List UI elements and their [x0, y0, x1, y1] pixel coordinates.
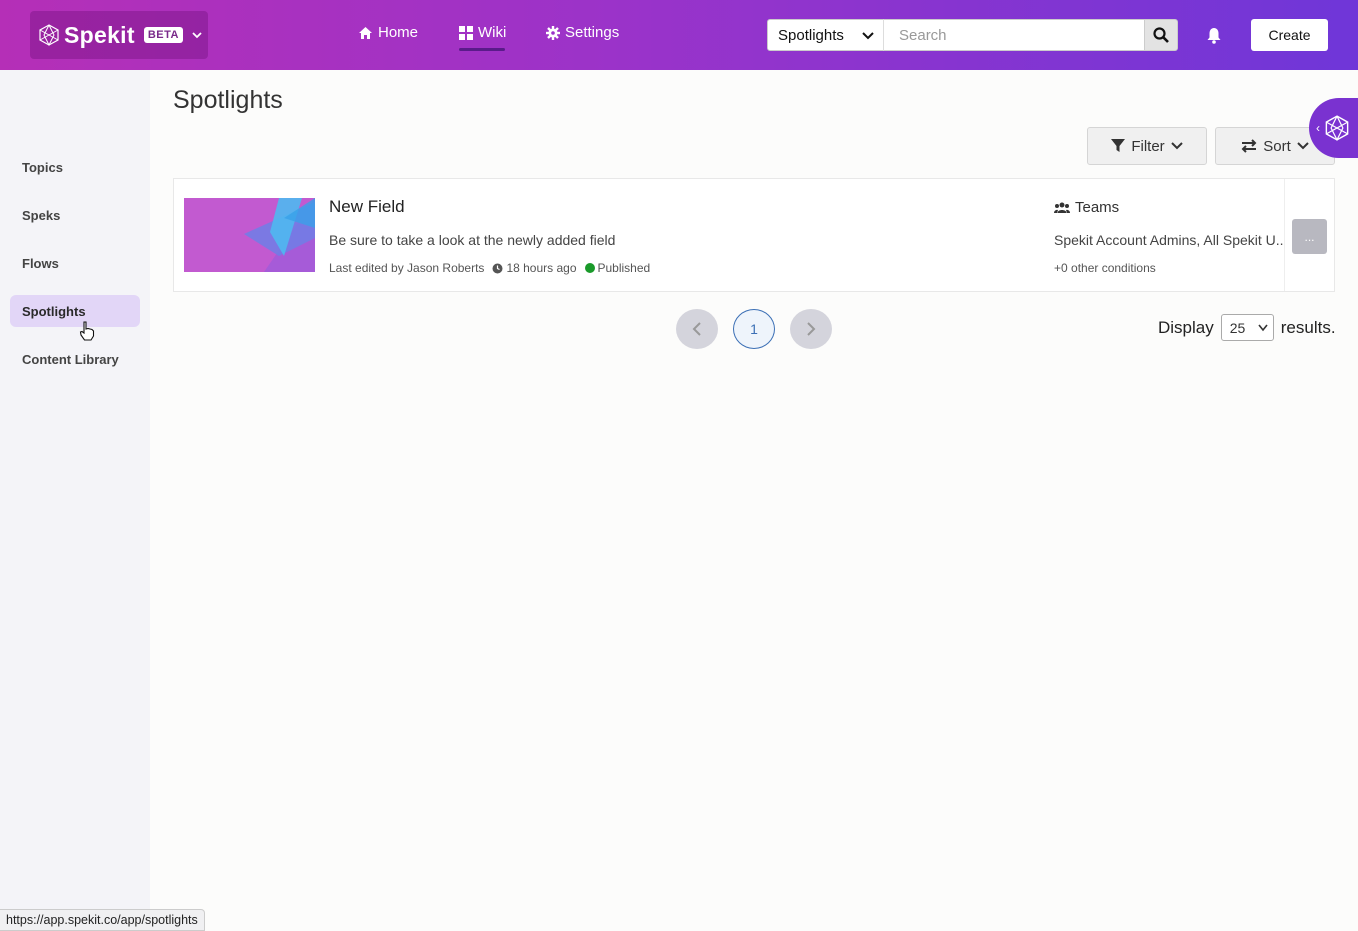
filter-button[interactable]: Filter [1087, 127, 1207, 165]
nav-home[interactable]: Home [358, 24, 418, 41]
search-scope-value: Spotlights [778, 26, 844, 44]
more-options-button[interactable]: ... [1292, 219, 1327, 254]
bell-icon[interactable] [1206, 27, 1222, 44]
nav-wiki[interactable]: Wiki [459, 24, 506, 41]
status-bar-url: https://app.spekit.co/app/spotlights [0, 909, 205, 931]
nav-wiki-label: Wiki [478, 24, 507, 41]
published-status-dot-icon [584, 263, 595, 273]
spotlight-card[interactable]: New Field Be sure to take a look at the … [173, 178, 1335, 292]
page-size-select[interactable]: 25 [1220, 314, 1274, 341]
audience-teams: Spekit Account Admins, All Spekit U... [1054, 232, 1284, 248]
audience-label: Teams [1075, 199, 1120, 216]
status-badge: Published [597, 261, 651, 275]
chevron-down-icon [862, 32, 874, 40]
card-divider [1284, 179, 1285, 291]
audience-heading: Teams [1054, 199, 1119, 216]
nav-settings[interactable]: Settings [546, 24, 619, 41]
funnel-icon [1111, 139, 1126, 152]
home-icon [359, 26, 372, 39]
spekit-logo-icon [39, 24, 59, 46]
users-icon [1054, 202, 1070, 213]
other-conditions: +0 other conditions [1054, 261, 1156, 275]
spotlight-title[interactable]: New Field [329, 197, 405, 217]
search-input[interactable] [883, 19, 1145, 51]
chevron-left-icon: ‹ [1316, 121, 1320, 135]
sort-label: Sort [1263, 137, 1291, 155]
chevron-down-icon [1170, 142, 1183, 150]
gear-icon [546, 25, 560, 40]
brand-switcher[interactable]: Spekit BETA [30, 11, 208, 59]
chevron-left-icon [692, 322, 701, 336]
create-button[interactable]: Create [1251, 19, 1328, 51]
spotlight-description: Be sure to take a look at the newly adde… [329, 232, 616, 248]
next-page-button[interactable] [790, 309, 832, 349]
page-size-control: Display 25 results. [1158, 314, 1336, 341]
search-icon [1153, 27, 1169, 43]
top-bar: Spekit BETA Home Wiki Settings Spotlight… [0, 0, 1358, 70]
page-size-value: 25 [1229, 319, 1246, 336]
sidebar-item-topics[interactable]: Topics [10, 151, 140, 183]
display-label: Display [1158, 317, 1214, 337]
hand-cursor-icon [79, 321, 95, 341]
sidebar: Topics Speks Flows Spotlights Content Li… [0, 70, 150, 931]
brand-name: Spekit [64, 21, 135, 48]
search-button[interactable] [1144, 19, 1178, 51]
edited-time: 18 hours ago [506, 261, 577, 275]
sidebar-item-speks[interactable]: Speks [10, 199, 140, 231]
chevron-down-icon [1258, 324, 1268, 332]
beta-badge: BETA [143, 27, 183, 43]
grid-icon [459, 25, 473, 40]
edited-by: Last edited by Jason Roberts [329, 261, 485, 275]
clock-icon [492, 263, 503, 273]
sidebar-item-content-library[interactable]: Content Library [10, 343, 140, 375]
filter-label: Filter [1131, 137, 1165, 155]
chevron-right-icon [807, 322, 816, 336]
sidebar-item-spotlights[interactable]: Spotlights [10, 295, 140, 327]
previous-page-button[interactable] [676, 309, 718, 349]
sidebar-item-flows[interactable]: Flows [10, 247, 140, 279]
swap-arrows-icon [1241, 139, 1257, 153]
nav-settings-label: Settings [565, 24, 620, 41]
chevron-down-icon [192, 32, 202, 39]
page-title: Spotlights [173, 86, 283, 114]
spotlight-thumbnail [184, 198, 315, 272]
results-label: results. [1280, 317, 1336, 337]
chevron-down-icon [1297, 142, 1309, 150]
spekit-logo-icon [1325, 115, 1349, 141]
spotlight-meta: Last edited by Jason Roberts 18 hours ag… [329, 261, 650, 275]
nav-home-label: Home [378, 24, 419, 41]
page-1-button[interactable]: 1 [733, 309, 775, 349]
search-scope-select[interactable]: Spotlights [767, 19, 884, 51]
active-nav-indicator [459, 48, 505, 51]
